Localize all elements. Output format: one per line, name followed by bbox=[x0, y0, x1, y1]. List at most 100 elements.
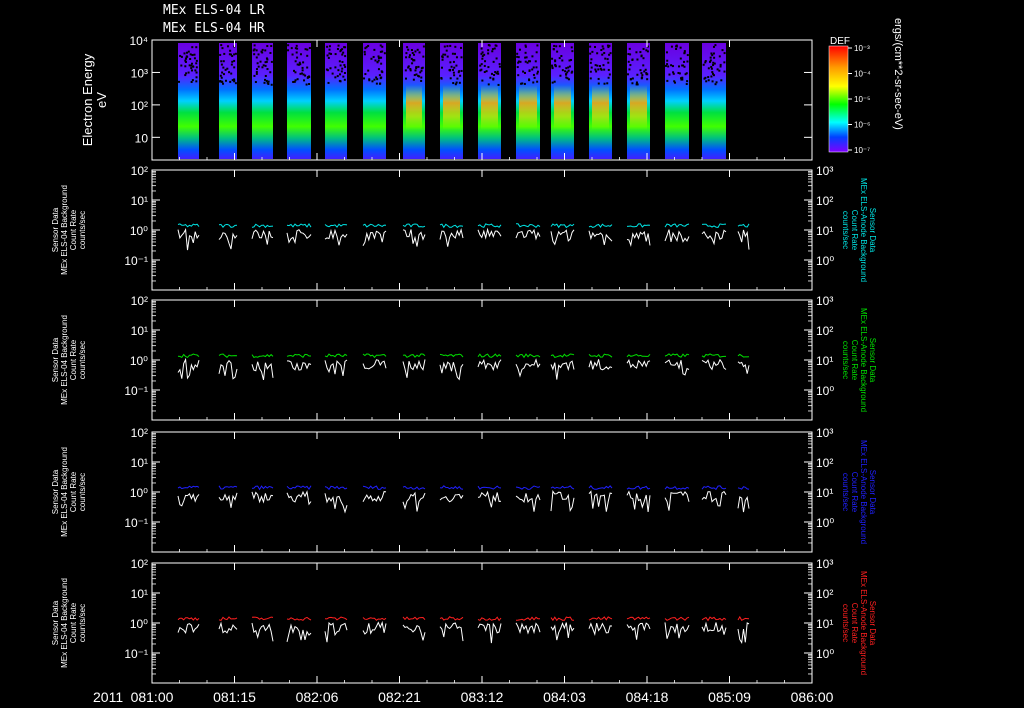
spectrogram-speckle bbox=[220, 80, 223, 83]
series-2-segment bbox=[701, 621, 727, 635]
spectrogram-speckle bbox=[532, 81, 535, 84]
spectrogram-speckle bbox=[487, 83, 490, 86]
series-2-segment bbox=[550, 360, 575, 380]
spectrogram-speckle bbox=[718, 69, 721, 72]
spectrogram-speckle bbox=[441, 58, 444, 61]
spectrogram-speckle bbox=[264, 64, 267, 67]
x-tick-label: 084:03 bbox=[543, 689, 586, 705]
series-1-segment bbox=[626, 485, 651, 490]
series-2-segment bbox=[588, 230, 613, 245]
y-axis-label-line: Count Rate bbox=[69, 602, 78, 643]
spectrogram-speckle bbox=[629, 53, 632, 56]
spectrogram-speckle bbox=[685, 83, 688, 86]
series-1-segment bbox=[737, 223, 750, 228]
spectrogram-speckle bbox=[405, 52, 408, 55]
spectrogram-speckle bbox=[703, 77, 706, 80]
spectrogram-speckle bbox=[560, 55, 563, 58]
series-1-segment bbox=[218, 616, 238, 621]
spectrogram-speckle bbox=[343, 78, 346, 81]
spectrogram-speckle bbox=[219, 53, 222, 56]
series-2-segment bbox=[362, 359, 387, 370]
right-axis-label-line: MEx ELS-Anode Background bbox=[859, 308, 868, 412]
spectrogram-speckle bbox=[455, 56, 458, 59]
spectrogram-speckle bbox=[723, 52, 726, 55]
series-2-segment bbox=[324, 228, 348, 246]
colorbar-label: DEF bbox=[830, 36, 850, 47]
spectrogram-speckle bbox=[406, 46, 409, 49]
spectrogram-speckle bbox=[551, 81, 554, 84]
series-1-segment bbox=[515, 616, 540, 621]
spectrogram-speckle bbox=[187, 71, 190, 74]
spectrogram-speckle bbox=[341, 60, 344, 63]
spectrogram-speckle bbox=[565, 73, 568, 76]
spectrogram-speckle bbox=[712, 63, 715, 66]
y-axis-label: Sensor DataMEx ELS-04 BackgroundCount Ra… bbox=[51, 447, 87, 537]
spectrogram-speckle bbox=[255, 68, 258, 71]
spectrogram-block bbox=[403, 43, 425, 159]
series-1-segment bbox=[218, 485, 238, 490]
y-axis-label: Electron EnergyeV bbox=[80, 53, 109, 146]
series-2-segment bbox=[737, 622, 750, 645]
spectrogram-speckle bbox=[668, 73, 671, 76]
spectrogram-speckle bbox=[195, 59, 198, 62]
series-2-segment bbox=[218, 232, 238, 250]
panel-4: 10⁻¹10⁰10¹10²10⁰10¹10²10³Sensor DataMEx … bbox=[51, 426, 877, 553]
spectrogram-speckle bbox=[256, 62, 259, 65]
series-1-segment bbox=[550, 223, 575, 229]
spectrogram-speckle bbox=[195, 80, 198, 83]
spectrogram-speckle bbox=[336, 75, 339, 78]
spectrogram-speckle bbox=[553, 80, 556, 83]
spectrogram-speckle bbox=[229, 80, 232, 83]
spectrogram-speckle bbox=[296, 78, 299, 81]
panel-frame bbox=[151, 299, 813, 421]
spectrogram-speckle bbox=[337, 69, 340, 72]
spectrogram-speckle bbox=[551, 57, 554, 60]
spectrogram-speckle bbox=[518, 48, 521, 51]
spectrogram-speckle bbox=[480, 52, 483, 55]
spectrogram-speckle bbox=[528, 78, 531, 81]
spectrogram-speckle bbox=[524, 60, 527, 63]
spectrogram-speckle bbox=[420, 67, 423, 70]
spectrogram-speckle bbox=[440, 66, 443, 69]
spectrogram-speckle bbox=[455, 81, 458, 84]
spectrogram-speckle bbox=[449, 61, 452, 64]
y-tick-label: 10¹ bbox=[131, 456, 148, 470]
spectrogram-speckle bbox=[383, 52, 386, 55]
series-2-segment bbox=[177, 357, 200, 380]
y-tick-label: 10¹ bbox=[131, 194, 148, 208]
spectrogram-speckle bbox=[481, 79, 484, 82]
spectrogram-speckle bbox=[190, 64, 193, 67]
spectrogram-speckle bbox=[590, 58, 593, 61]
right-tick-label: 10² bbox=[816, 456, 833, 470]
spectrogram-speckle bbox=[631, 77, 634, 80]
spectrogram-speckle bbox=[598, 65, 601, 68]
series-1-segment bbox=[324, 485, 348, 491]
spectrogram-speckle bbox=[266, 68, 269, 71]
spectrogram-speckle bbox=[603, 82, 606, 85]
right-tick-label: 10³ bbox=[816, 294, 833, 308]
colorbar-tick-label: 10⁻⁶ bbox=[854, 121, 870, 130]
spectrogram-speckle bbox=[494, 71, 497, 74]
spectrogram-speckle bbox=[367, 44, 370, 47]
spectrogram-speckle bbox=[420, 79, 423, 82]
y-tick-label: 10² bbox=[131, 557, 148, 571]
spectrogram-speckle bbox=[460, 46, 463, 49]
spectrogram-speckle bbox=[230, 63, 233, 66]
spectrogram-speckle bbox=[257, 65, 260, 68]
spectrogram-speckle bbox=[344, 65, 347, 68]
spectrogram-speckle bbox=[642, 64, 645, 67]
spectrogram-speckle bbox=[372, 55, 375, 58]
spectrogram-speckle bbox=[224, 79, 227, 82]
spectrogram-speckle bbox=[597, 82, 600, 85]
spectrogram-speckle bbox=[709, 60, 712, 63]
series-1-segment bbox=[402, 485, 426, 491]
spectrogram-speckle bbox=[571, 50, 574, 53]
spectrogram-speckle bbox=[404, 77, 407, 80]
right-axis-label: Sensor DataMEx ELS-Anode BackgroundCount… bbox=[841, 571, 877, 675]
spectrogram-speckle bbox=[304, 48, 307, 51]
spectrogram-speckle bbox=[375, 82, 378, 85]
y-tick-label: 10⁰ bbox=[130, 486, 148, 500]
spectrogram-speckle bbox=[412, 59, 415, 62]
spectrogram-speckle bbox=[415, 67, 418, 70]
y-tick-label: 10⁰ bbox=[130, 617, 148, 631]
